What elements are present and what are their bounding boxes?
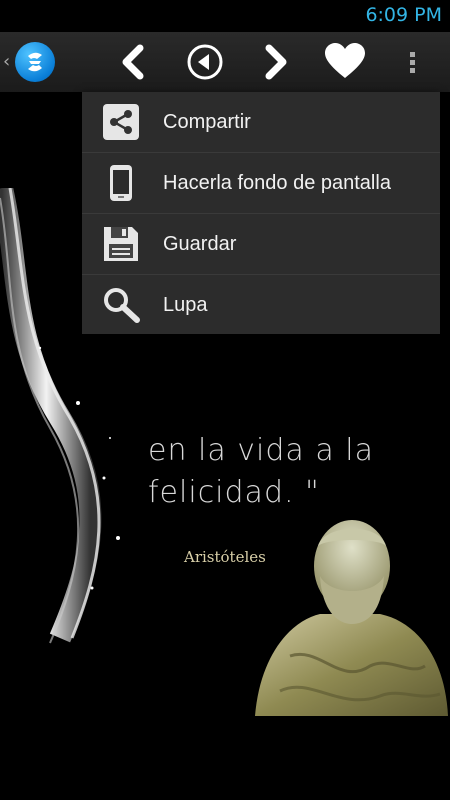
menu-label: Hacerla fondo de pantalla — [163, 171, 391, 194]
quote-line: en la vida a la — [148, 433, 374, 468]
menu-item-compartir[interactable]: Compartir — [82, 92, 440, 153]
quote-author: Aristóteles — [184, 548, 266, 566]
heart-icon[interactable] — [324, 42, 365, 82]
aristotle-bust-image — [255, 520, 448, 716]
up-chevron-icon[interactable]: ‹ — [3, 51, 10, 72]
quote-text: en la vida a la felicidad. " — [148, 430, 374, 514]
menu-item-lupa[interactable]: Lupa — [82, 275, 440, 335]
quote-line: felicidad. " — [148, 475, 320, 510]
menu-item-fondo-de-pantalla[interactable]: Hacerla fondo de pantalla — [82, 153, 440, 214]
app-logo[interactable] — [15, 42, 55, 82]
menu-label: Lupa — [163, 293, 208, 316]
back-arrow-icon[interactable] — [114, 42, 154, 82]
share-icon — [102, 103, 140, 141]
overflow-menu-icon[interactable] — [398, 42, 428, 82]
status-clock: 6:09 PM — [365, 4, 442, 26]
magnifier-icon — [102, 286, 140, 324]
status-bar: 6:09 PM — [0, 0, 450, 32]
forward-arrow-icon[interactable] — [255, 42, 295, 82]
menu-item-guardar[interactable]: Guardar — [82, 214, 440, 275]
action-bar: ‹ — [0, 32, 450, 93]
menu-label: Compartir — [163, 110, 251, 133]
menu-label: Guardar — [163, 232, 237, 255]
save-icon — [102, 225, 140, 263]
play-back-icon[interactable] — [185, 42, 225, 82]
overflow-menu: Compartir Hacerla fondo de pantalla Guar… — [82, 92, 440, 334]
phone-icon — [102, 164, 140, 202]
